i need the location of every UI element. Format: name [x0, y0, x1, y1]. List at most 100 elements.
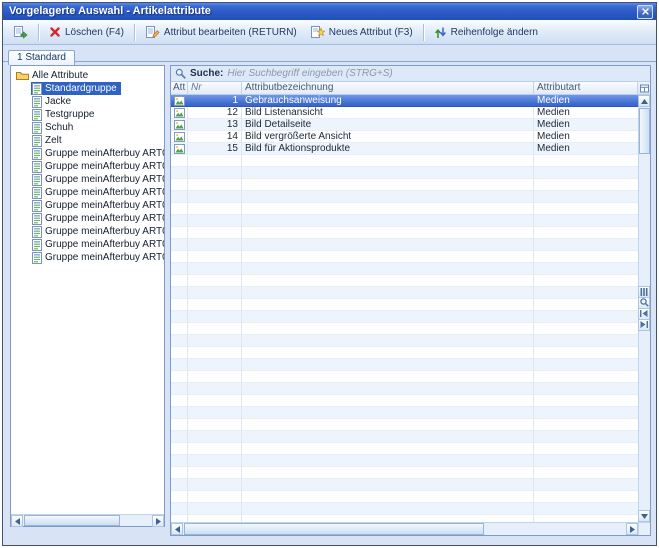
- scroll-right-button[interactable]: [152, 515, 164, 527]
- grid-vertical-scrollbar[interactable]: [638, 95, 650, 522]
- attribute-group-icon: [32, 187, 42, 199]
- edit-attribute-button[interactable]: Attribut bearbeiten (RETURN): [139, 22, 303, 42]
- scroll-left-button[interactable]: [171, 523, 183, 535]
- media-icon: [171, 119, 188, 130]
- grid-horizontal-scrollbar[interactable]: [171, 522, 638, 535]
- row-nr: 14: [188, 131, 242, 142]
- row-type: Medien: [534, 95, 638, 106]
- close-button[interactable]: [637, 5, 653, 19]
- tree-item-standardgruppe[interactable]: Standardgruppe: [31, 82, 121, 95]
- delete-button-label: Löschen (F4): [65, 27, 124, 38]
- media-icon: [171, 95, 188, 106]
- attribute-group-icon: [32, 135, 42, 147]
- attributes-grid-panel: Suche: Att Nr Attributbezeichnung Attrib…: [170, 65, 651, 536]
- attribute-group-icon: [32, 200, 42, 212]
- row-nr: 12: [188, 107, 242, 118]
- scroll-right-button[interactable]: [626, 523, 638, 535]
- attribute-group-icon: [32, 213, 42, 225]
- folder-icon: [16, 70, 29, 81]
- toolbar-separator: [38, 24, 39, 41]
- attribute-group-icon: [32, 239, 42, 251]
- tree-horizontal-scrollbar[interactable]: [11, 514, 164, 526]
- edit-attribute-button-label: Attribut bearbeiten (RETURN): [164, 27, 297, 38]
- bars-icon: [640, 288, 648, 296]
- new-attribute-button-label: Neues Attribut (F3): [329, 27, 413, 38]
- attribute-group-icon: [32, 122, 42, 134]
- tree-item-testgruppe[interactable]: Testgruppe: [31, 108, 98, 121]
- tree-item-gruppe-art00076[interactable]: Gruppe meinAfterbuy ART00076: [31, 186, 164, 199]
- tab-standard[interactable]: 1 Standard: [8, 50, 75, 65]
- grid-search-row: Suche:: [171, 66, 650, 82]
- scroll-up-button[interactable]: [638, 95, 650, 107]
- tabstrip: 1 Standard: [3, 45, 656, 62]
- grid-row[interactable]: 1 Gebrauchsanweisung Medien: [171, 95, 638, 107]
- tree-item-zelt[interactable]: Zelt: [31, 134, 66, 147]
- attribute-group-icon: [32, 148, 42, 160]
- scroll-down-button[interactable]: [638, 510, 650, 522]
- attribute-group-icon: [32, 96, 42, 108]
- tree-item-gruppe-art00078[interactable]: Gruppe meinAfterbuy ART00078: [31, 199, 164, 212]
- grid-column-line: [187, 95, 188, 522]
- attribute-group-icon: [32, 83, 42, 95]
- attribute-group-icon: [32, 174, 42, 186]
- titlebar: Vorgelagerte Auswahl - Artikelattribute: [3, 3, 656, 20]
- delete-button[interactable]: Löschen (F4): [43, 22, 130, 42]
- tree-item-jacke[interactable]: Jacke: [31, 95, 75, 108]
- search-label: Suche:: [190, 68, 223, 79]
- scroll-track[interactable]: [23, 515, 152, 526]
- attribute-group-tree-panel: Alle Attribute Standardgruppe Jacke Test…: [10, 65, 165, 527]
- row-name: Gebrauchsanweisung: [242, 95, 534, 106]
- edit-icon: [145, 25, 160, 39]
- new-icon: [310, 25, 325, 39]
- tree-item-gruppe-art00074[interactable]: Gruppe meinAfterbuy ART00074: [31, 160, 164, 173]
- grid-column-line: [241, 95, 242, 522]
- scroll-thumb[interactable]: [24, 515, 120, 526]
- magnifier-icon: [640, 298, 649, 307]
- media-icon: [171, 131, 188, 142]
- window-title: Vorgelagerte Auswahl - Artikelattribute: [9, 3, 637, 20]
- row-nr: 1: [188, 95, 242, 106]
- dialog-window: Vorgelagerte Auswahl - Artikelattribute …: [2, 2, 657, 546]
- column-chooser-button[interactable]: [638, 82, 650, 95]
- tree-item-schuh[interactable]: Schuh: [31, 121, 77, 134]
- delete-icon: [49, 26, 61, 38]
- column-header-nr[interactable]: Nr: [188, 82, 242, 95]
- tree-item-gruppe-art00079[interactable]: Gruppe meinAfterbuy ART00079: [31, 212, 164, 225]
- tree-item-gruppe-art00082[interactable]: Gruppe meinAfterbuy ART00082: [31, 251, 164, 264]
- toolbar-separator: [134, 24, 135, 41]
- scrollbar-next-button[interactable]: [638, 319, 650, 331]
- grid-rows: 1 Gebrauchsanweisung Medien 12 Bild List…: [171, 95, 638, 522]
- row-type: Medien: [534, 119, 638, 130]
- next-icon: [640, 321, 648, 328]
- search-input[interactable]: [227, 68, 646, 80]
- row-type: Medien: [534, 107, 638, 118]
- column-header-attributbezeichnung[interactable]: Attributbezeichnung: [242, 82, 534, 95]
- column-chooser-icon: [640, 84, 649, 93]
- column-header-att[interactable]: Att: [171, 82, 188, 95]
- column-header-attributart[interactable]: Attributart: [534, 82, 638, 95]
- tree-item-gruppe-art00075[interactable]: Gruppe meinAfterbuy ART00075: [31, 173, 164, 186]
- change-order-button[interactable]: Reihenfolge ändern: [428, 22, 544, 42]
- tree-item-gruppe-art00080[interactable]: Gruppe meinAfterbuy ART00080: [31, 225, 164, 238]
- apply-button[interactable]: [7, 22, 34, 42]
- attribute-group-icon: [32, 109, 42, 121]
- row-name: Bild vergrößerte Ansicht: [242, 131, 534, 142]
- grid-tool-buttons: [638, 287, 650, 331]
- media-icon: [171, 143, 188, 154]
- export-icon: [13, 25, 28, 39]
- magnifier-icon: [175, 68, 186, 79]
- scroll-left-button[interactable]: [11, 515, 23, 527]
- scroll-thumb[interactable]: [639, 108, 650, 154]
- row-nr: 13: [188, 119, 242, 130]
- scrollbar-corner: [638, 522, 650, 535]
- new-attribute-button[interactable]: Neues Attribut (F3): [304, 22, 419, 42]
- media-icon: [171, 107, 188, 118]
- row-name: Bild Listenansicht: [242, 107, 534, 118]
- tree-root-item[interactable]: Alle Attribute: [15, 69, 92, 82]
- attribute-group-icon: [32, 226, 42, 238]
- scroll-thumb[interactable]: [184, 523, 484, 535]
- row-name: Bild für Aktionsprodukte: [242, 143, 534, 154]
- scroll-track[interactable]: [183, 523, 626, 535]
- tree-item-gruppe-art00073[interactable]: Gruppe meinAfterbuy ART00073: [31, 147, 164, 160]
- tree-item-gruppe-art00081[interactable]: Gruppe meinAfterbuy ART00081: [31, 238, 164, 251]
